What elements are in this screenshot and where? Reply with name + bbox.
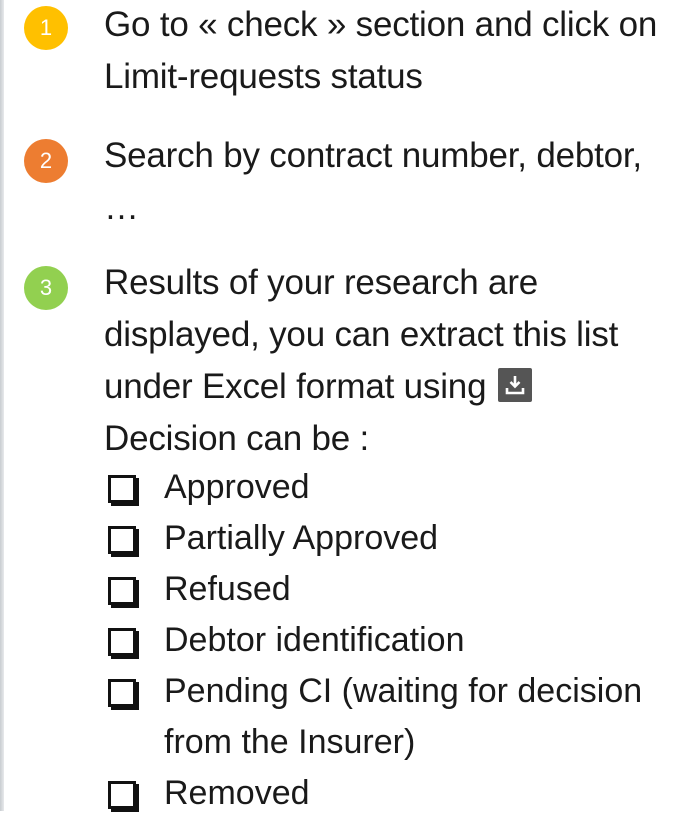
decision-label: Pending CI (waiting for decision from th… [164, 672, 643, 761]
step-3-badge: 3 [24, 266, 68, 310]
decision-label: Debtor identification [164, 621, 465, 659]
download-icon[interactable] [498, 368, 533, 402]
checkbox-icon [108, 475, 136, 503]
step-1-badge: 1 [24, 6, 68, 50]
checkbox-icon [108, 679, 136, 707]
decision-list: Approved Partially Approved Refused Debt… [104, 462, 669, 819]
checkbox-icon [108, 526, 136, 554]
checkbox-icon [108, 628, 136, 656]
decision-item-pending-ci: Pending CI (waiting for decision from th… [104, 666, 669, 768]
step-3-text: Results of your research are displayed, … [104, 257, 669, 465]
decision-label: Refused [164, 570, 291, 608]
checkbox-icon [108, 577, 136, 605]
decision-item-removed: Removed [104, 768, 669, 819]
decision-label: Approved [164, 468, 310, 506]
decision-item-approved: Approved [104, 462, 669, 513]
step-2-text: Search by contract number, debtor, … [104, 136, 642, 227]
decision-item-debtor-identification: Debtor identification [104, 615, 669, 666]
checkbox-icon [108, 781, 136, 809]
step-3-text-decision-intro: Decision can be : [104, 419, 370, 458]
decision-label: Partially Approved [164, 519, 439, 557]
step-2-badge: 2 [24, 139, 68, 183]
step-1-text: Go to « check » section and click on Lim… [104, 5, 658, 96]
decision-item-partially-approved: Partially Approved [104, 513, 669, 564]
decision-label: Removed [164, 774, 310, 812]
decision-item-refused: Refused [104, 564, 669, 615]
step-3-text-main: Results of your research are displayed, … [104, 263, 619, 406]
left-edge-divider [0, 0, 4, 811]
